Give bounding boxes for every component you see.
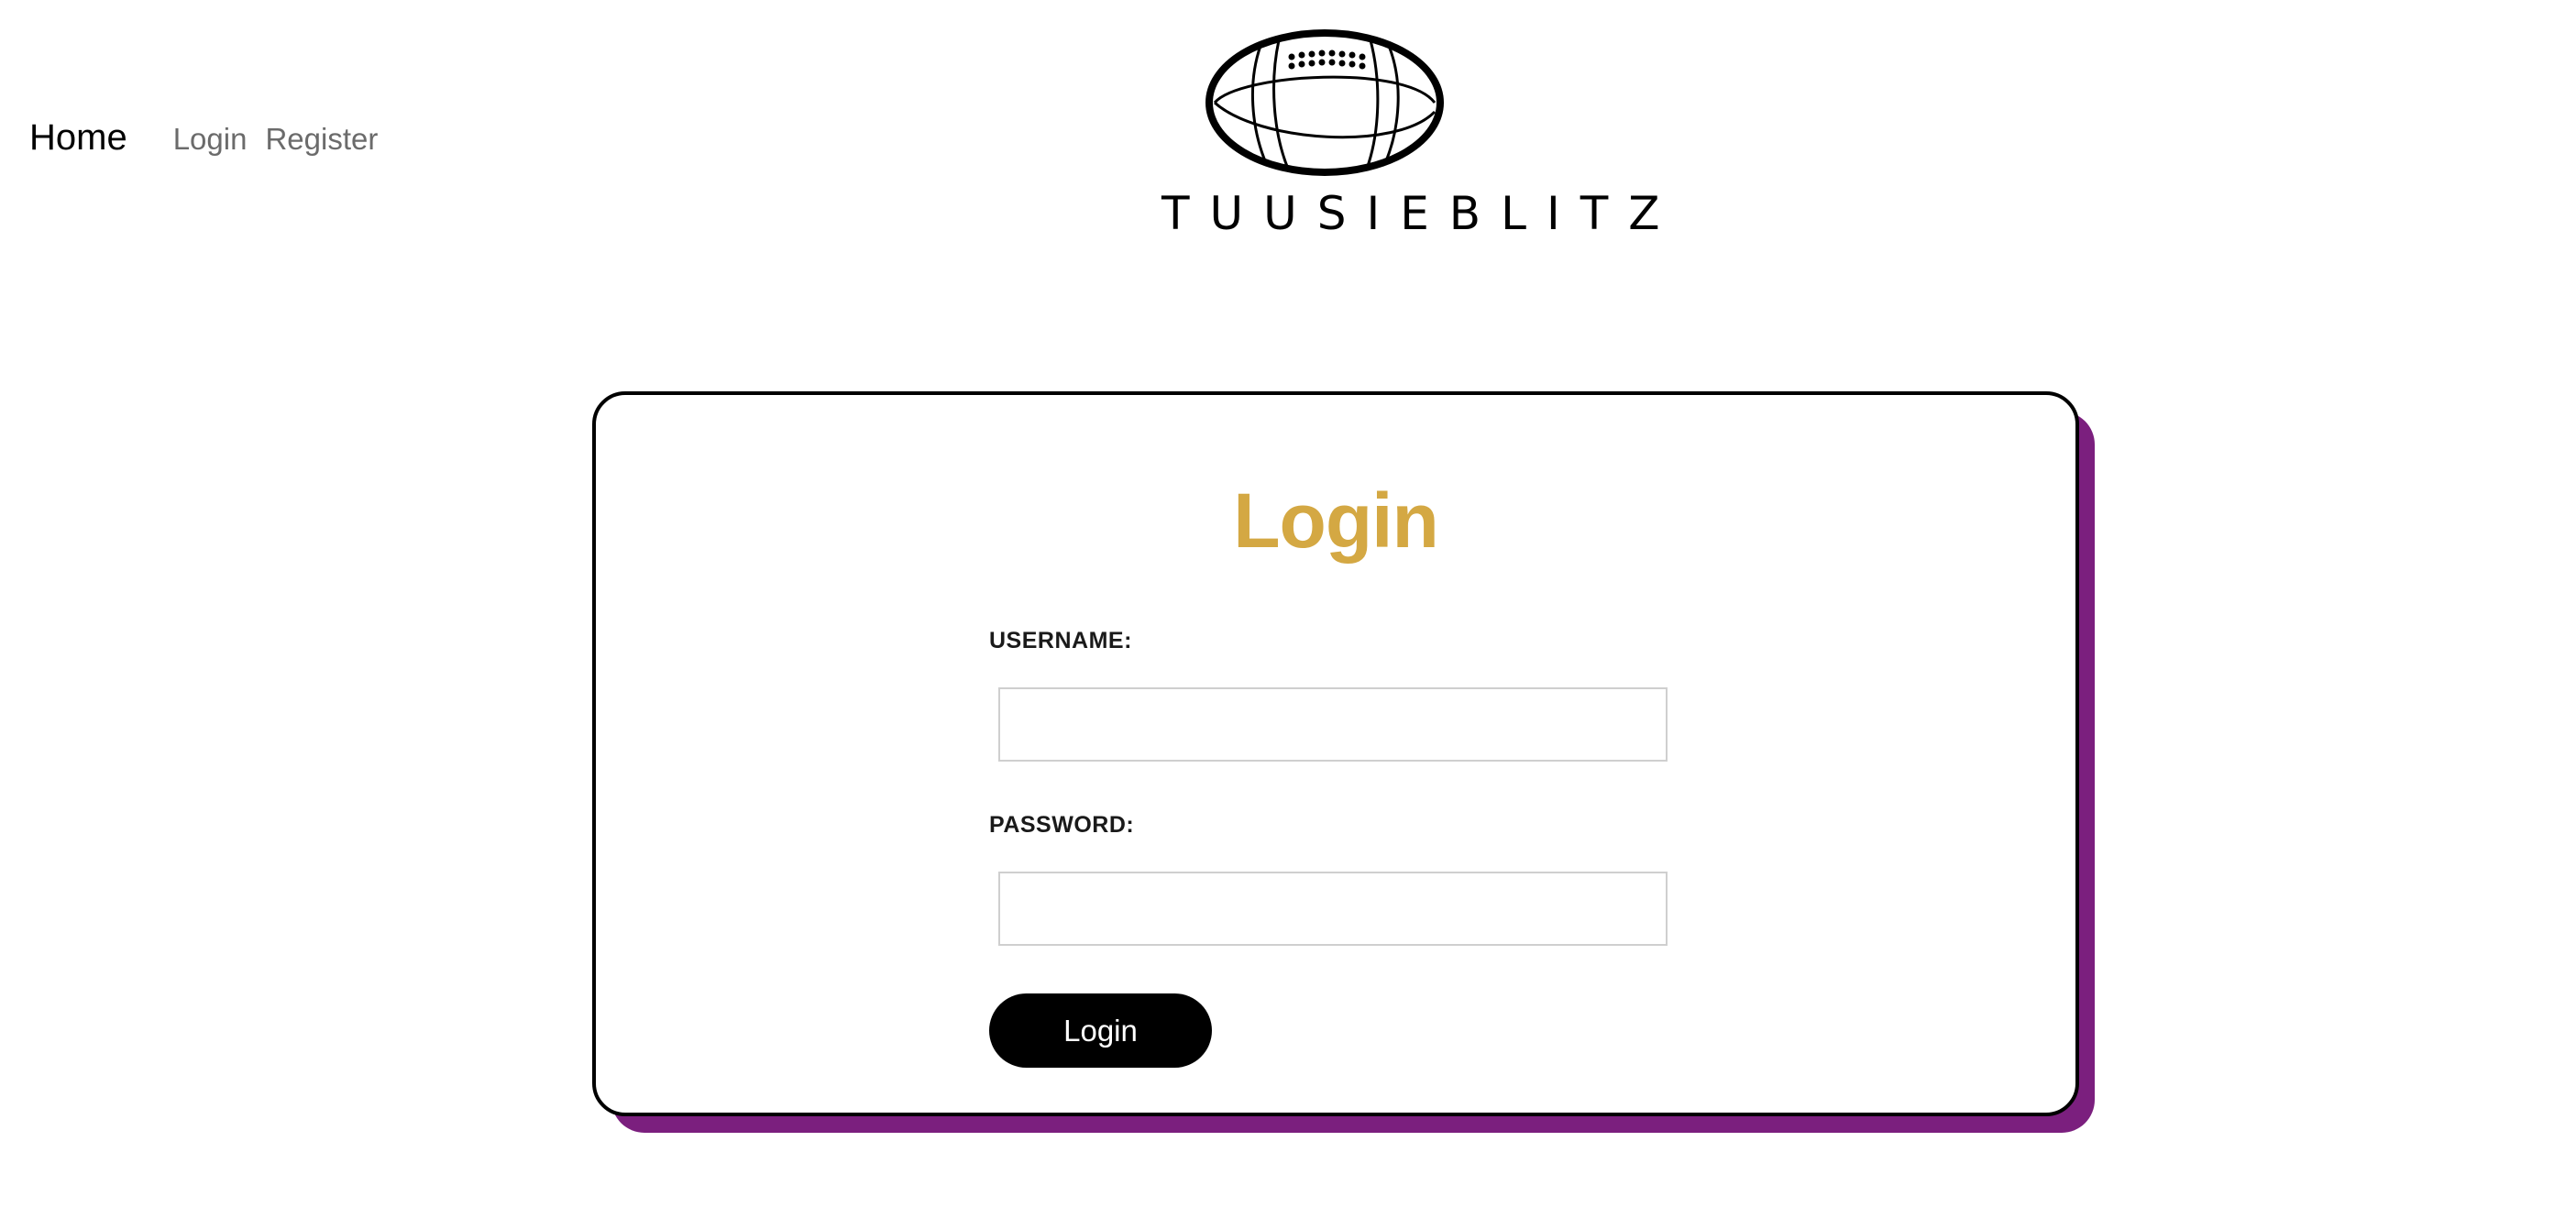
login-card: Login USERNAME: PASSWORD: Login <box>592 391 2079 1116</box>
nav-home-link[interactable]: Home <box>29 117 127 159</box>
username-input[interactable] <box>998 687 1668 762</box>
brand-logo[interactable]: TUUSIEBLITZ <box>1141 27 1680 240</box>
password-input[interactable] <box>998 872 1668 946</box>
login-title: Login <box>1233 477 1439 564</box>
password-label: PASSWORD: <box>989 812 1135 838</box>
top-nav: Home Login Register <box>29 117 396 159</box>
brand-name: TUUSIEBLITZ <box>1161 187 1680 240</box>
nav-login-link[interactable]: Login <box>173 122 248 157</box>
username-label: USERNAME: <box>989 628 1132 653</box>
nav-register-link[interactable]: Register <box>265 122 378 157</box>
football-icon <box>1205 29 1444 176</box>
login-submit-button[interactable]: Login <box>989 993 1212 1068</box>
